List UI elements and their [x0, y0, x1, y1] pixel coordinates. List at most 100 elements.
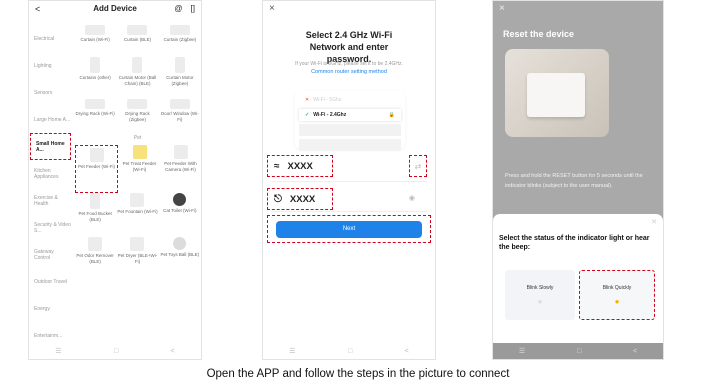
- device-thumbnail: [174, 57, 185, 73]
- close-sheet-icon[interactable]: ✕: [651, 218, 657, 226]
- wifi-setup-screen: × Select 2.4 GHz Wi-Fi Network and enter…: [262, 0, 436, 360]
- lightbulb-lit-icon: ●: [614, 296, 620, 306]
- device-tile[interactable]: Curtain (Wi-Fi): [74, 25, 116, 57]
- network-5ghz: ✕ Wi-Fi - 5Ghz: [299, 94, 401, 106]
- category-item[interactable]: Kitchen Appliances: [29, 160, 71, 187]
- device-tile[interactable]: Pet Food Bucket (BLE): [74, 193, 116, 237]
- add-device-header: < Add Device @ []: [29, 1, 201, 16]
- device-tile[interactable]: Drying Rack (Wi-Fi): [74, 99, 116, 135]
- category-sidebar: Electrical Lighting Sensors Large Home A…: [29, 25, 71, 349]
- switch-network-icon[interactable]: ⇄: [409, 155, 427, 177]
- device-tile[interactable]: Curtain (BLE): [116, 25, 158, 57]
- category-item[interactable]: Gateway Control: [29, 241, 71, 268]
- reset-device-screen: × Reset the device Press and hold the RE…: [492, 0, 664, 360]
- next-button[interactable]: Next: [276, 220, 422, 238]
- device-label: Pet Feeder With Camera (Wi-Fi): [164, 161, 197, 172]
- device-thumbnail: [85, 99, 106, 109]
- device-tile[interactable]: Pet Toys Ball (BLE): [159, 237, 201, 281]
- close-icon[interactable]: ×: [269, 3, 275, 14]
- category-item[interactable]: Security & Video S...: [29, 214, 71, 241]
- menu-icon[interactable]: ☰: [55, 347, 61, 355]
- back-button[interactable]: <: [35, 4, 40, 14]
- system-nav-bar: ☰ □ <: [493, 343, 663, 359]
- divider: [271, 181, 427, 182]
- device-tile[interactable]: Curtain (Zigbee): [159, 25, 201, 57]
- device-thumbnail: [127, 99, 148, 109]
- device-label: Pet Toys Ball (BLE): [160, 252, 200, 257]
- device-label: Curtains (other): [79, 75, 111, 80]
- router-setting-link[interactable]: Common router setting method: [263, 69, 435, 75]
- system-nav-bar: ☰ □ <: [263, 343, 435, 359]
- device-tile-pet-feeder[interactable]: Pet Feeder (Wi-Fi): [75, 145, 118, 193]
- back-nav-icon[interactable]: <: [633, 348, 637, 355]
- device-tile[interactable]: Door/ Window (Wi-Fi): [159, 99, 201, 135]
- category-item[interactable]: Electrical: [29, 25, 71, 52]
- device-label: Pet Food Bucket (BLE): [78, 211, 112, 222]
- device-tile[interactable]: Curtains (other): [74, 57, 116, 99]
- network-label: Wi-Fi - 2.4Ghz: [313, 112, 347, 118]
- blink-slowly-option[interactable]: Blink Slowly ●: [505, 270, 575, 320]
- system-nav-bar: ☰ □ <: [29, 343, 201, 359]
- next-button-highlight: Next: [267, 215, 431, 243]
- menu-icon[interactable]: ☰: [519, 347, 525, 355]
- close-icon[interactable]: ×: [499, 3, 505, 14]
- eye-icon[interactable]: ◉: [409, 194, 415, 202]
- device-label: Door/ Window (Wi-Fi): [160, 111, 199, 122]
- device-label: Curtain (BLE): [123, 37, 152, 42]
- option-label: Blink Quickly: [602, 284, 632, 291]
- wifi-hint: If your Wi-Fi is 5GHz, please set it to …: [295, 61, 403, 67]
- device-tile[interactable]: Pet Fountain (Wi-Fi): [116, 193, 158, 237]
- placeholder-line: [299, 139, 401, 151]
- device-body: [527, 73, 585, 117]
- device-tile[interactable]: Cat Toilet (Wi-Fi): [159, 193, 201, 237]
- device-tile[interactable]: Pet Dryer (BLE+Wi-Fi): [116, 237, 158, 281]
- category-item[interactable]: Exercise & Health: [29, 187, 71, 214]
- home-icon[interactable]: □: [348, 348, 352, 355]
- password-field[interactable]: ⎋ XXXX: [267, 188, 333, 210]
- back-nav-icon[interactable]: <: [405, 348, 409, 355]
- category-item-small-home-appliances[interactable]: Small Home A...: [30, 133, 71, 160]
- instruction-caption: Open the APP and follow the steps in the…: [206, 368, 510, 380]
- device-tile[interactable]: Pet Feeder With Camera (Wi-Fi): [160, 145, 201, 193]
- home-icon[interactable]: □: [114, 348, 118, 355]
- device-thumbnail: [90, 57, 101, 73]
- placeholder-line: [299, 124, 401, 136]
- reset-instructions: Press and hold the RESET button for 5 se…: [505, 173, 643, 190]
- device-thumbnail: [173, 237, 187, 250]
- device-thumbnail: [132, 145, 147, 159]
- device-tile[interactable]: Pet Treat Feeder (Wi-Fi): [119, 145, 160, 193]
- lock-icon: ⎋: [274, 193, 282, 205]
- category-item[interactable]: Outdoor Travel: [29, 268, 71, 295]
- category-item[interactable]: Sensors: [29, 79, 71, 106]
- category-item[interactable]: Lighting: [29, 52, 71, 79]
- blink-quickly-option[interactable]: Blink Quickly ●: [579, 270, 655, 320]
- device-thumbnail: [130, 193, 145, 207]
- home-icon[interactable]: □: [577, 348, 581, 355]
- device-tile[interactable]: Pet Odor Remover (BLE): [74, 237, 116, 281]
- device-tile[interactable]: Curtain Motor (Ball Chain) (BLE): [116, 57, 158, 99]
- lock-wifi-icon: 🔒: [388, 112, 395, 118]
- device-label: Cat Toilet (Wi-Fi): [163, 208, 197, 213]
- back-nav-icon[interactable]: <: [171, 348, 175, 355]
- check-icon: ✓: [305, 112, 310, 118]
- device-label: Pet Odor Remover (BLE): [76, 253, 114, 264]
- scan-icon[interactable]: @: [174, 4, 182, 13]
- ssid-field[interactable]: ≈ XXXX: [267, 155, 333, 177]
- indicator-status-sheet: ✕ Select the status of the indicator lig…: [493, 214, 663, 345]
- device-grid: Curtain (Wi-Fi) Curtain (BLE) Curtain (Z…: [74, 25, 201, 281]
- device-tile[interactable]: Drying Rack (Zigbee): [116, 99, 158, 135]
- device-thumbnail: [173, 145, 188, 159]
- device-label: Curtain Motor (Zigbee): [166, 75, 194, 86]
- category-item[interactable]: Energy: [29, 295, 71, 322]
- device-tile[interactable]: Curtain Motor (Zigbee): [159, 57, 201, 99]
- section-header-pet: Pet: [133, 135, 142, 141]
- device-thumbnail: [173, 193, 187, 206]
- menu-icon[interactable]: ☰: [289, 347, 295, 355]
- qr-code-icon[interactable]: []: [191, 4, 195, 13]
- sheet-title: Select the status of the indicator light…: [499, 235, 650, 252]
- pet-feeder-thumbnail: [89, 148, 104, 162]
- device-thumbnail: [90, 193, 101, 209]
- device-label: Pet Dryer (BLE+Wi-Fi): [117, 253, 158, 264]
- category-item[interactable]: Large Home A...: [29, 106, 71, 133]
- network-24ghz: ✓ Wi-Fi - 2.4Ghz 🔒: [299, 109, 401, 121]
